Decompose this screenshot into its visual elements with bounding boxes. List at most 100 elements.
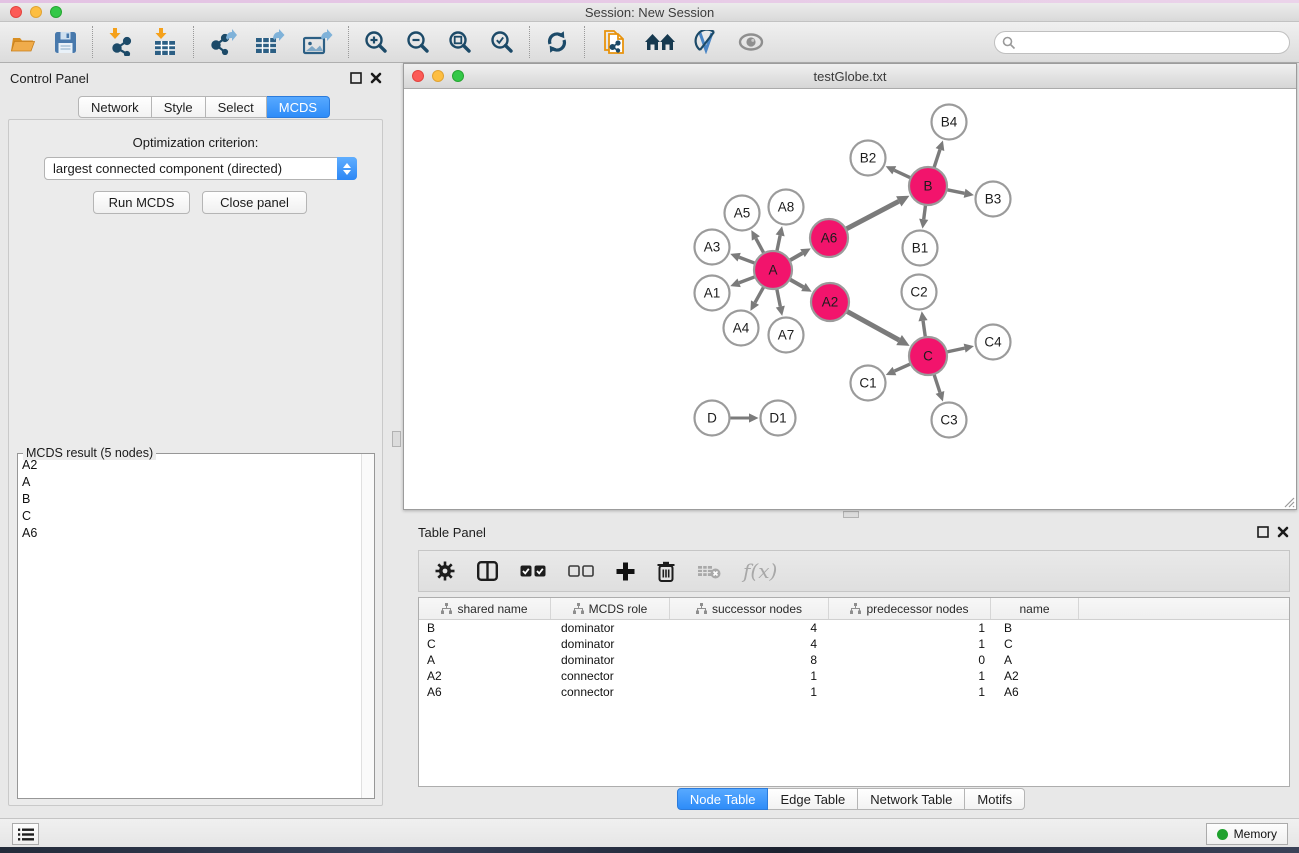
- table-cell[interactable]: B: [419, 620, 551, 636]
- export-image-button[interactable]: [294, 25, 342, 59]
- close-window-icon[interactable]: [10, 6, 22, 18]
- graph-edge-B-B4[interactable]: [934, 150, 940, 168]
- table-row[interactable]: Bdominator41B: [419, 620, 1289, 636]
- export-network-button[interactable]: [200, 25, 246, 59]
- graph-edge-B-B3[interactable]: [947, 190, 965, 194]
- table-cell[interactable]: A: [991, 652, 1079, 668]
- graph-node-B1[interactable]: B1: [903, 231, 938, 266]
- tab-select[interactable]: Select: [206, 96, 267, 118]
- graph-node-A5[interactable]: A5: [725, 196, 760, 231]
- zoom-fit-button[interactable]: [439, 25, 481, 59]
- tab-motifs[interactable]: Motifs: [965, 788, 1025, 810]
- table-cell[interactable]: connector: [551, 684, 670, 700]
- tab-network-table[interactable]: Network Table: [858, 788, 965, 810]
- task-history-button[interactable]: [12, 823, 39, 845]
- close-panel-icon[interactable]: [370, 72, 382, 84]
- table-row[interactable]: Cdominator41C: [419, 636, 1289, 652]
- columns-icon[interactable]: [477, 561, 498, 581]
- zoom-window-icon[interactable]: [50, 6, 62, 18]
- horizontal-splitter-handle[interactable]: [843, 511, 859, 518]
- graph-edge-A-A1[interactable]: [739, 277, 755, 283]
- mcds-result-scrollbar[interactable]: [361, 454, 374, 798]
- deselect-all-icon[interactable]: [568, 565, 594, 578]
- search-input[interactable]: [1016, 32, 1289, 53]
- table-cell[interactable]: 1: [829, 684, 991, 700]
- network-canvas[interactable]: B4B2BB3A8A5A6A3B1AA1C2A2A4A7C4CC1C3DD1: [404, 89, 1296, 509]
- graph-edge-A-A7[interactable]: [777, 289, 781, 307]
- table-cell[interactable]: 4: [670, 636, 829, 652]
- table-cell[interactable]: 1: [670, 684, 829, 700]
- table-cell[interactable]: A: [419, 652, 551, 668]
- optimization-criterion-dropdown[interactable]: largest connected component (directed): [44, 157, 357, 180]
- minimize-window-icon[interactable]: [30, 6, 42, 18]
- table-cell[interactable]: 1: [829, 636, 991, 652]
- graph-edge-C-C1[interactable]: [894, 364, 910, 371]
- mcds-result-item[interactable]: C: [18, 507, 361, 524]
- export-table-button[interactable]: [246, 25, 294, 59]
- open-session-button[interactable]: [0, 25, 45, 59]
- zoom-selected-button[interactable]: [481, 25, 523, 59]
- gear-icon[interactable]: [435, 561, 455, 581]
- delete-column-icon[interactable]: [657, 561, 675, 582]
- table-cell[interactable]: A2: [991, 668, 1079, 684]
- graph-node-A4[interactable]: A4: [724, 311, 759, 346]
- refresh-view-button[interactable]: [536, 25, 578, 59]
- search-field[interactable]: [994, 31, 1290, 54]
- graph-node-C1[interactable]: C1: [851, 366, 886, 401]
- graph-edge-B-B1[interactable]: [924, 205, 926, 219]
- table-cell[interactable]: A6: [991, 684, 1079, 700]
- graph-edge-A2-C[interactable]: [847, 311, 899, 340]
- mcds-result-item[interactable]: B: [18, 490, 361, 507]
- graph-node-A2[interactable]: A2: [811, 283, 849, 321]
- tab-edge-table[interactable]: Edge Table: [768, 788, 858, 810]
- table-cell[interactable]: 1: [829, 620, 991, 636]
- close-table-panel-icon[interactable]: [1277, 526, 1289, 538]
- graph-node-B4[interactable]: B4: [932, 105, 967, 140]
- mcds-result-item[interactable]: A2: [18, 456, 361, 473]
- mcds-result-list[interactable]: A2ABCA6: [18, 456, 361, 798]
- resize-grip-icon[interactable]: [1281, 494, 1295, 508]
- graph-node-B3[interactable]: B3: [976, 182, 1011, 217]
- graph-node-C4[interactable]: C4: [976, 325, 1011, 360]
- graph-edge-A-A4[interactable]: [755, 287, 764, 303]
- memory-button[interactable]: Memory: [1206, 823, 1288, 845]
- graph-node-B[interactable]: B: [909, 167, 947, 205]
- run-mcds-button[interactable]: Run MCDS: [93, 191, 190, 214]
- column-header-MCDS-role[interactable]: MCDS role: [551, 598, 670, 619]
- graph-node-D1[interactable]: D1: [761, 401, 796, 436]
- mcds-result-item[interactable]: A: [18, 473, 361, 490]
- float-table-panel-icon[interactable]: [1257, 526, 1269, 538]
- zoom-in-button[interactable]: [355, 25, 397, 59]
- graph-node-A3[interactable]: A3: [695, 230, 730, 265]
- graph-edge-A-A5[interactable]: [756, 238, 764, 253]
- import-network-button[interactable]: [99, 25, 143, 59]
- table-cell[interactable]: C: [991, 636, 1079, 652]
- graph-node-A6[interactable]: A6: [810, 219, 848, 257]
- graph-edge-C-C3[interactable]: [934, 374, 940, 392]
- table-row[interactable]: A2connector11A2: [419, 668, 1289, 684]
- column-header-shared-name[interactable]: shared name: [419, 598, 551, 619]
- graph-node-A[interactable]: A: [754, 251, 792, 289]
- tab-mcds[interactable]: MCDS: [267, 96, 330, 118]
- table-cell[interactable]: dominator: [551, 620, 670, 636]
- table-cell[interactable]: 1: [829, 668, 991, 684]
- vertical-splitter-handle[interactable]: [392, 431, 401, 447]
- import-table-button[interactable]: [143, 25, 187, 59]
- tab-network[interactable]: Network: [78, 96, 152, 118]
- table-cell[interactable]: 8: [670, 652, 829, 668]
- home-button[interactable]: [635, 25, 685, 59]
- graph-edge-B-B2[interactable]: [894, 170, 911, 178]
- graph-node-C[interactable]: C: [909, 337, 947, 375]
- graph-edge-C-C2[interactable]: [923, 321, 925, 337]
- graph-edge-A6-B[interactable]: [846, 201, 899, 229]
- graph-edge-C-C4[interactable]: [947, 348, 965, 352]
- table-cell[interactable]: 1: [670, 668, 829, 684]
- eye-button[interactable]: [729, 25, 773, 59]
- graph-edge-A-A6[interactable]: [789, 253, 802, 260]
- table-cell[interactable]: 4: [670, 620, 829, 636]
- table-cell[interactable]: connector: [551, 668, 670, 684]
- table-row[interactable]: Adominator80A: [419, 652, 1289, 668]
- close-panel-button[interactable]: Close panel: [202, 191, 307, 214]
- table-cell[interactable]: B: [991, 620, 1079, 636]
- table-cell[interactable]: dominator: [551, 636, 670, 652]
